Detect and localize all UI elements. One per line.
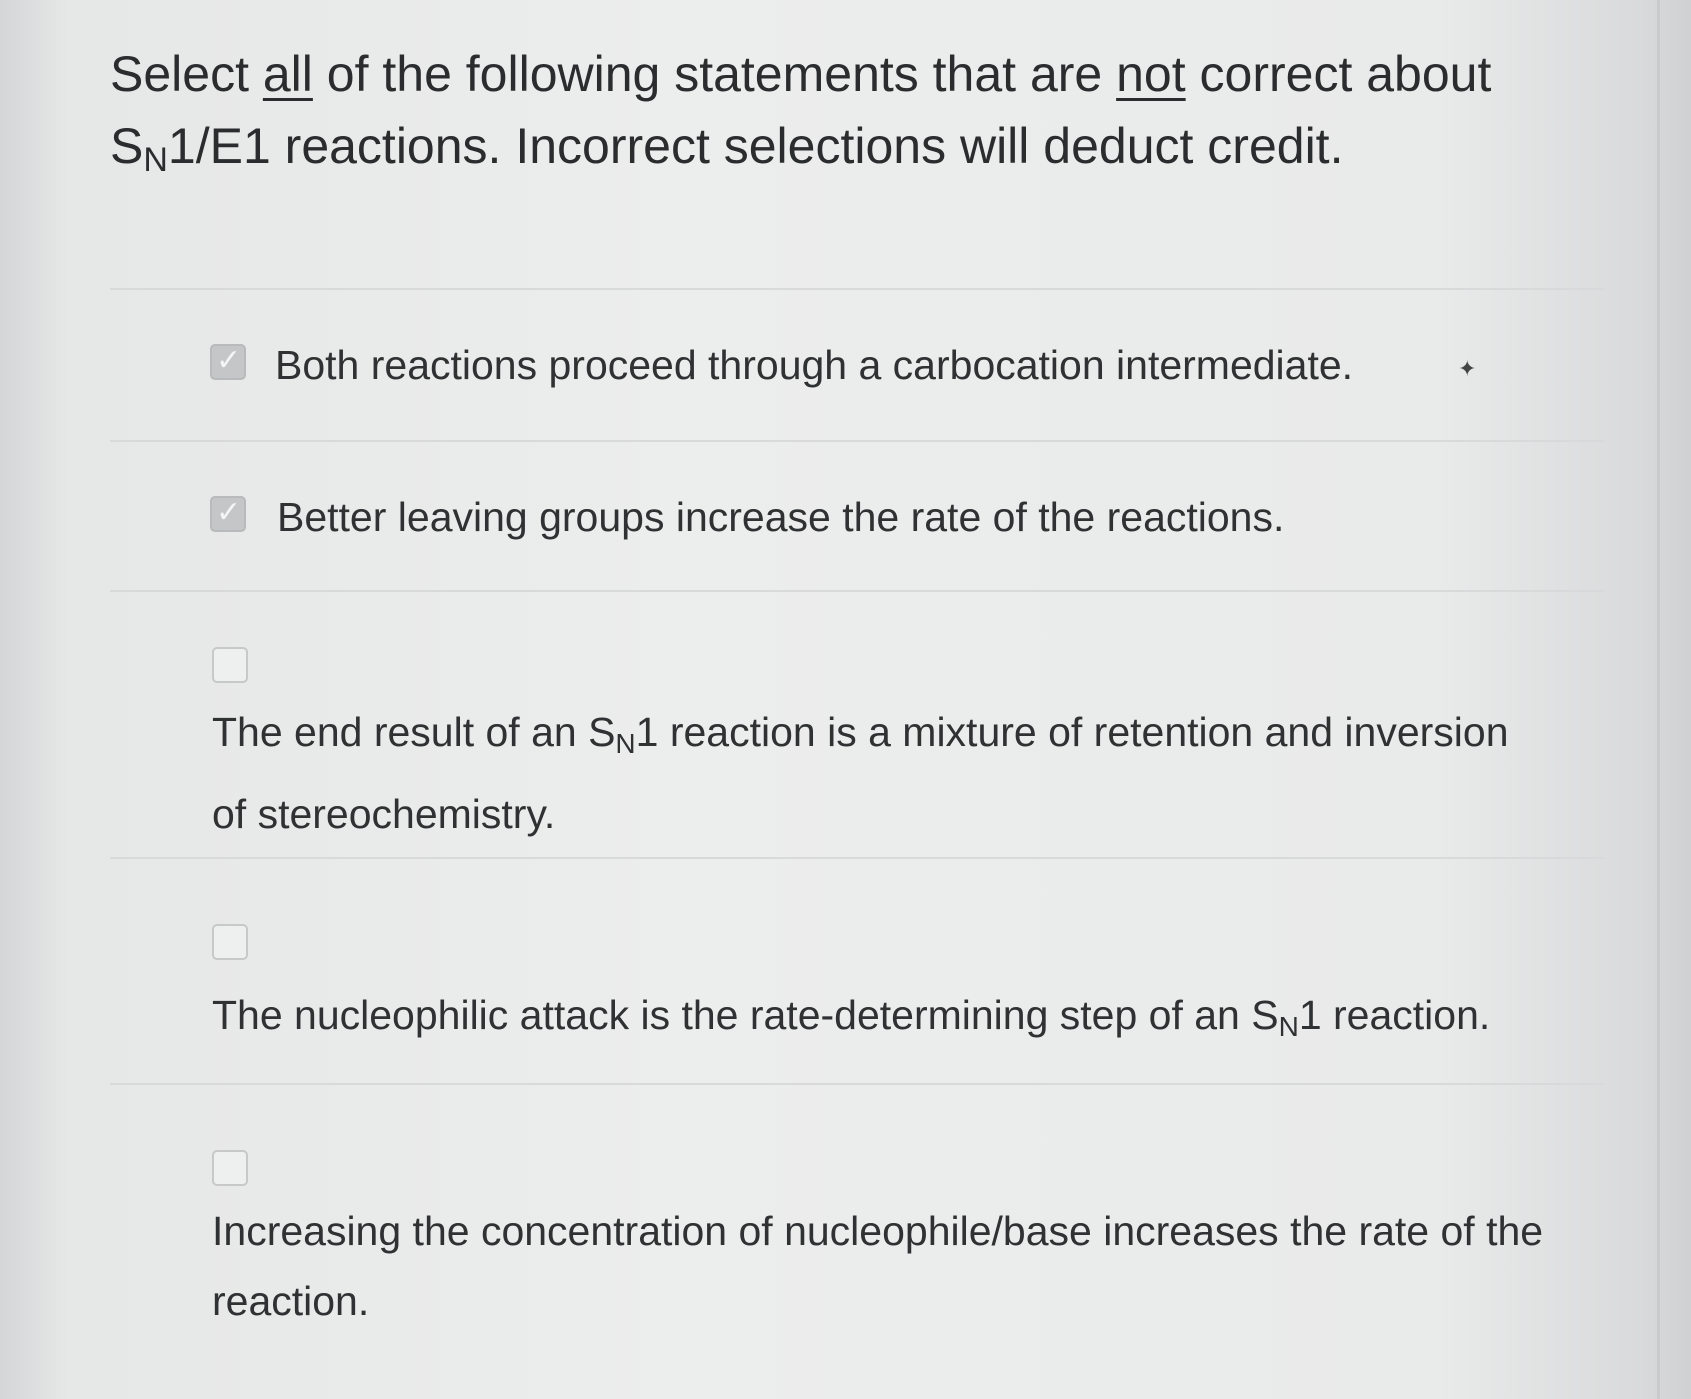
option-4-subscript: N	[1278, 1011, 1299, 1042]
option-3-label: The end result of an SN1 reaction is a m…	[212, 697, 1532, 849]
option-5-label: Increasing the concentration of nucleoph…	[212, 1208, 1544, 1324]
divider	[110, 857, 1605, 859]
option-3-text-pre: The end result of an S	[212, 709, 616, 755]
divider	[110, 1083, 1605, 1085]
prompt-sn-s: S	[110, 118, 144, 174]
option-4-text-pre: The nucleophilic attack is the rate-dete…	[212, 992, 1279, 1038]
checkmark-icon: ✓	[216, 343, 242, 378]
prompt-emphasis-all: all	[262, 46, 313, 102]
prompt-sn-subscript: N	[143, 141, 168, 179]
option-3-subscript: N	[615, 728, 636, 759]
option-1-label: Both reactions proceed through a carboca…	[275, 342, 1354, 388]
prompt-text-1: Select	[110, 46, 263, 102]
option-3-checkbox[interactable]	[212, 647, 248, 683]
question-panel: Select all of the following statements t…	[0, 0, 1660, 1399]
prompt-text-4: 1/E1 reactions. Incorrect selections wil…	[167, 118, 1344, 174]
option-4-label: The nucleophilic attack is the rate-dete…	[212, 980, 1612, 1062]
question-prompt: Select all of the following statements t…	[110, 38, 1590, 196]
cursor-mark-icon: ✦	[1458, 356, 1477, 381]
option-1-checkbox[interactable]: ✓	[210, 343, 246, 380]
checkmark-icon: ✓	[216, 495, 242, 530]
option-2-checkbox[interactable]: ✓	[210, 495, 246, 532]
option-4-text-post: 1 reaction.	[1298, 992, 1491, 1038]
divider	[110, 590, 1605, 592]
option-5-checkbox[interactable]	[212, 1150, 248, 1186]
prompt-text-2: of the following statements that are	[312, 46, 1117, 102]
divider	[110, 440, 1605, 442]
option-2-label: Better leaving groups increase the rate …	[277, 494, 1285, 540]
prompt-emphasis-not: not	[1116, 46, 1186, 102]
divider	[110, 288, 1605, 290]
prompt-text-3: correct about	[1185, 46, 1492, 102]
option-4-checkbox[interactable]	[212, 924, 248, 960]
